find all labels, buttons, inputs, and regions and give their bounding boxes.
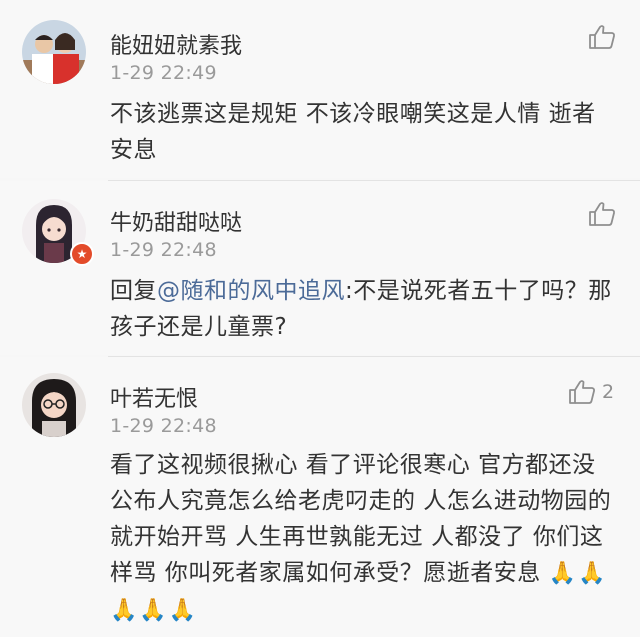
like-button[interactable]	[588, 24, 622, 50]
reply-prefix: 回复	[110, 278, 157, 304]
comment-text: 回复@随和的风中追风:不是说死者五十了吗？那孩子还是儿童票?	[110, 273, 615, 345]
username[interactable]: 牛奶甜甜哒哒	[110, 205, 242, 237]
mention-link[interactable]: @随和的风中追风	[157, 278, 345, 304]
comment-time: 1-29 22:48	[110, 239, 217, 261]
thumbs-up-icon	[589, 25, 615, 49]
comment-time: 1-29 22:48	[110, 415, 217, 437]
like-button[interactable]	[588, 201, 622, 227]
avatar[interactable]	[22, 373, 86, 437]
vip-badge-icon: ★	[70, 242, 94, 266]
like-button[interactable]: 2	[568, 379, 614, 405]
thumbs-up-icon	[589, 202, 615, 226]
comment-body: 看了这视频很揪心 看了评论很寒心 官方都还没公布人究竟怎么给老虎叼走的 人怎么进…	[110, 452, 612, 586]
comment-text: 不该逃票这是规矩 不该冷眼嘲笑这是人情 逝者安息	[110, 101, 596, 163]
avatar[interactable]	[22, 20, 86, 84]
comment-text: 看了这视频很揪心 看了评论很寒心 官方都还没公布人究竟怎么给老虎叼走的 人怎么进…	[110, 447, 615, 629]
username[interactable]: 叶若无恨	[110, 381, 198, 413]
thumbs-up-icon	[569, 380, 595, 404]
username[interactable]: 能妞妞就素我	[110, 28, 242, 60]
comment-item: 能妞妞就素我 1-29 22:49 不该逃票这是规矩 不该冷眼嘲笑这是人情 逝者…	[0, 0, 640, 178]
comment-item: 叶若无恨 1-29 22:48 2 看了这视频很揪心 看了评论很寒心 官方都还没…	[0, 357, 640, 637]
comment-time: 1-29 22:49	[110, 62, 217, 84]
like-count: 2	[602, 381, 615, 403]
comment-item: ★ 牛奶甜甜哒哒 1-29 22:48 回复@随和的风中追风:不是说死者五十了吗…	[0, 181, 640, 355]
